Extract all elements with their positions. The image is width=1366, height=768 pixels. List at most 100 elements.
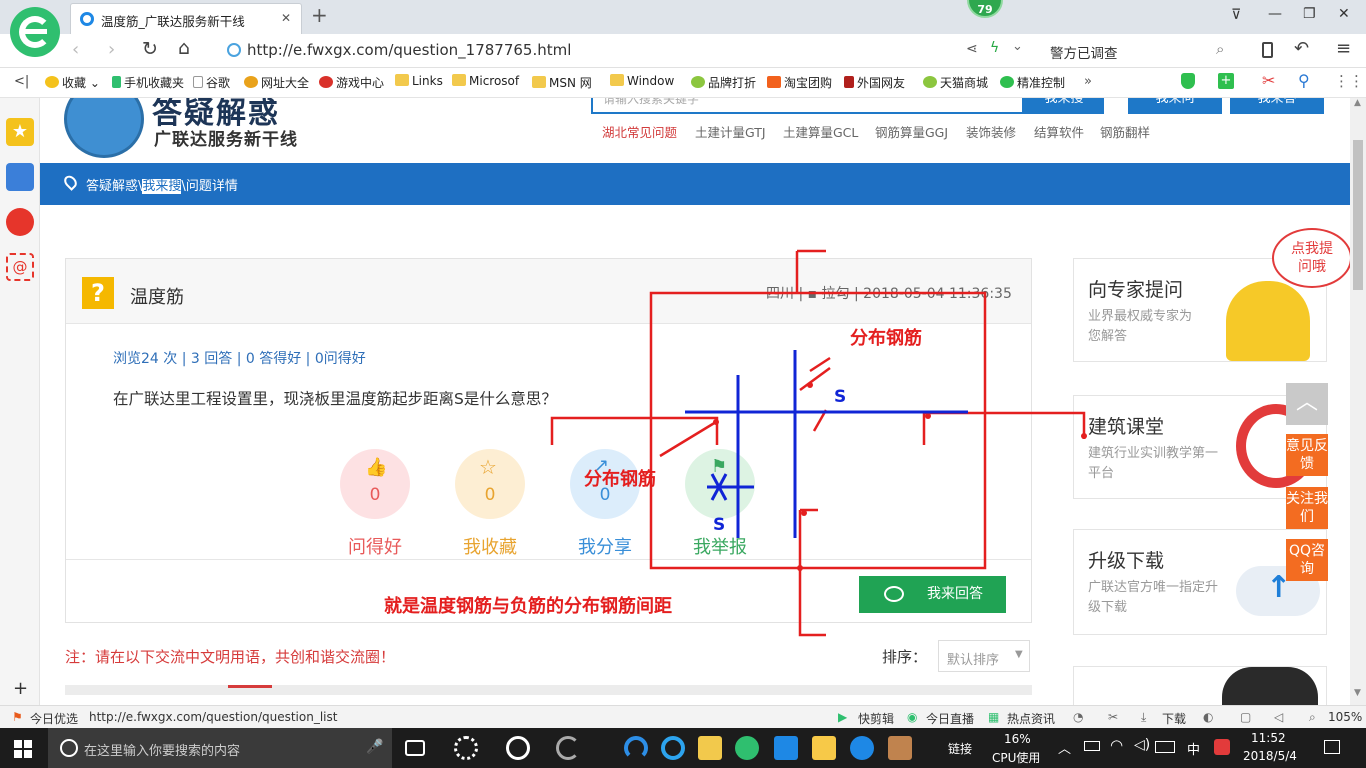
edge-icon[interactable] bbox=[624, 736, 648, 760]
minimize-button[interactable]: — bbox=[1268, 6, 1282, 22]
notification-badge[interactable]: 79 bbox=[967, 0, 1003, 18]
volume-icon[interactable]: ◁) bbox=[1134, 737, 1150, 753]
undo-icon[interactable]: ↶ bbox=[1294, 38, 1309, 59]
home-icon[interactable]: ⌂ bbox=[178, 37, 190, 59]
quick-clip-icon[interactable]: ▶ bbox=[838, 710, 847, 724]
more-bookmarks-icon[interactable]: » bbox=[1084, 74, 1092, 89]
daily-picks-icon[interactable]: ⚑ bbox=[12, 710, 23, 724]
mute-icon[interactable]: ◁ bbox=[1274, 710, 1283, 724]
download-label[interactable]: 下载 bbox=[1162, 710, 1186, 727]
quick-clip-label[interactable]: 快剪辑 bbox=[858, 710, 894, 727]
speed-icon[interactable]: ◔ bbox=[1073, 710, 1083, 724]
bookmark-favorites[interactable]: 收藏 ⌄ bbox=[45, 74, 100, 91]
download-icon[interactable]: ⤓ bbox=[1141, 710, 1146, 725]
folder-icon bbox=[532, 76, 546, 88]
new-tab-button[interactable]: + bbox=[311, 3, 328, 27]
start-button[interactable] bbox=[14, 740, 32, 758]
forward-arrow-icon[interactable]: › bbox=[108, 39, 115, 60]
keyboard-icon[interactable] bbox=[1155, 741, 1175, 753]
email-icon[interactable]: @ bbox=[6, 253, 34, 281]
ime-indicator[interactable]: 中 bbox=[1187, 739, 1200, 758]
close-window-button[interactable]: ✕ bbox=[1338, 6, 1350, 22]
swirl-app-icon[interactable] bbox=[556, 736, 580, 760]
action-center-icon[interactable] bbox=[1324, 740, 1340, 754]
tools-icon[interactable]: ✂ bbox=[1108, 710, 1118, 724]
lightning-icon[interactable]: ϟ bbox=[990, 40, 999, 56]
bookmark-label: 谷歌 bbox=[206, 76, 231, 90]
share-icon[interactable]: ⋖ bbox=[966, 41, 978, 57]
taskbar-search-box[interactable]: 在这里输入你要搜索的内容 🎤 bbox=[48, 728, 392, 768]
bookmark-label: 收藏 bbox=[62, 76, 87, 90]
window-icon[interactable]: ▢ bbox=[1240, 710, 1251, 724]
zoom-level[interactable]: 105% bbox=[1328, 710, 1362, 724]
daily-picks-label[interactable]: 今日优选 bbox=[30, 710, 78, 727]
live-icon[interactable]: ◉ bbox=[907, 710, 917, 724]
add-sidebar-icon[interactable]: + bbox=[13, 678, 28, 699]
bookmark-item[interactable]: 手机收藏夹 bbox=[112, 74, 184, 91]
bookmark-item[interactable]: Microsof bbox=[452, 74, 519, 88]
bookmark-item[interactable]: 淘宝团购 bbox=[767, 74, 832, 91]
fan-app-icon[interactable] bbox=[454, 736, 478, 760]
annotation-arrow bbox=[799, 366, 831, 392]
bookmark-item[interactable]: 品牌打折 bbox=[691, 74, 756, 91]
scrollbar-thumb[interactable] bbox=[1353, 140, 1363, 290]
browser-logo-icon[interactable] bbox=[10, 7, 60, 57]
search-box[interactable]: 警方已调查 bbox=[1050, 42, 1118, 62]
plus-extension-icon[interactable]: + bbox=[1218, 73, 1234, 89]
blue-app-icon[interactable] bbox=[774, 736, 798, 760]
favorites-star-icon[interactable]: ★ bbox=[6, 118, 34, 146]
browser-active-icon[interactable] bbox=[735, 736, 759, 760]
chevron-down-icon[interactable]: ⌄ bbox=[1012, 39, 1023, 54]
file-explorer-icon[interactable] bbox=[698, 736, 722, 760]
clock-time[interactable]: 11:52 bbox=[1251, 731, 1286, 745]
bookmark-item[interactable]: 精准控制 bbox=[1000, 74, 1065, 91]
menu-icon[interactable]: ≡ bbox=[1336, 38, 1351, 59]
refresh-icon[interactable]: ↻ bbox=[142, 38, 158, 60]
address-bar[interactable]: http://e.fwxgx.com/question_1787765.html bbox=[247, 41, 571, 59]
page-scrollbar[interactable]: ▲ ▼ bbox=[1350, 98, 1366, 705]
weibo-icon[interactable] bbox=[6, 208, 34, 236]
sogou-icon[interactable] bbox=[1214, 739, 1230, 755]
news-icon[interactable]: ▦ bbox=[988, 710, 999, 724]
night-mode-icon[interactable]: ◐ bbox=[1203, 710, 1213, 724]
news-label[interactable]: 热点资讯 bbox=[1007, 710, 1055, 727]
taskbar-link-label[interactable]: 链接 bbox=[948, 740, 972, 757]
tab-close-icon[interactable]: ✕ bbox=[281, 11, 291, 25]
shield-icon[interactable] bbox=[1181, 73, 1195, 89]
browser-sidebar: ★ @ + bbox=[0, 98, 40, 705]
magnifier-icon[interactable]: ⚲ bbox=[1298, 71, 1310, 90]
ie-icon[interactable] bbox=[661, 736, 685, 760]
zoom-search-icon[interactable]: ⌕ bbox=[1309, 710, 1316, 725]
grid-menu-icon[interactable]: ⋮⋮ bbox=[1334, 72, 1364, 90]
reading-list-icon[interactable] bbox=[6, 163, 34, 191]
bookmark-item[interactable]: 天猫商城 bbox=[923, 74, 988, 91]
clock-date[interactable]: 2018/5/4 bbox=[1243, 749, 1297, 763]
bookmark-item[interactable]: 游戏中心 bbox=[319, 74, 384, 91]
back-arrow-icon[interactable]: ‹ bbox=[72, 39, 79, 60]
notes-app-icon[interactable] bbox=[812, 736, 836, 760]
task-view-icon[interactable] bbox=[405, 740, 425, 756]
wechat-icon bbox=[1000, 76, 1014, 88]
mobile-icon[interactable] bbox=[1262, 42, 1273, 58]
browser-e-icon[interactable] bbox=[506, 736, 530, 760]
bookmark-item[interactable]: Window bbox=[610, 74, 674, 88]
bookmark-item[interactable]: 谷歌 bbox=[193, 74, 230, 91]
bookmark-item[interactable]: MSN 网 bbox=[532, 74, 592, 91]
search-icon[interactable]: ⌕ bbox=[1216, 40, 1224, 58]
maximize-button[interactable]: ❐ bbox=[1303, 6, 1316, 22]
pdf-app-icon[interactable] bbox=[888, 736, 912, 760]
glodon-app-icon[interactable] bbox=[850, 736, 874, 760]
bookmark-item[interactable]: 网址大全 bbox=[244, 74, 309, 91]
annotation-overlay: 分布钢筋 分布钢筋 S S 就是温度钢筋与负筋的分布钢筋间距 bbox=[384, 249, 1087, 637]
bookmark-item[interactable]: Links bbox=[395, 74, 443, 88]
battery-icon[interactable] bbox=[1084, 741, 1100, 751]
bookmark-item[interactable]: 外国网友 bbox=[844, 74, 905, 91]
live-label[interactable]: 今日直播 bbox=[926, 710, 974, 727]
sidebar-toggle-icon[interactable]: <| bbox=[14, 74, 29, 89]
tab-active[interactable]: 温度筋_广联达服务新干线 ✕ bbox=[70, 3, 302, 34]
pin-icon[interactable]: ⊽ bbox=[1231, 7, 1241, 23]
tray-expand-icon[interactable]: ︿ bbox=[1058, 738, 1071, 757]
scissors-icon[interactable]: ✂ bbox=[1262, 71, 1275, 90]
wifi-icon[interactable]: ◠ bbox=[1110, 736, 1123, 754]
star-icon bbox=[45, 76, 59, 88]
